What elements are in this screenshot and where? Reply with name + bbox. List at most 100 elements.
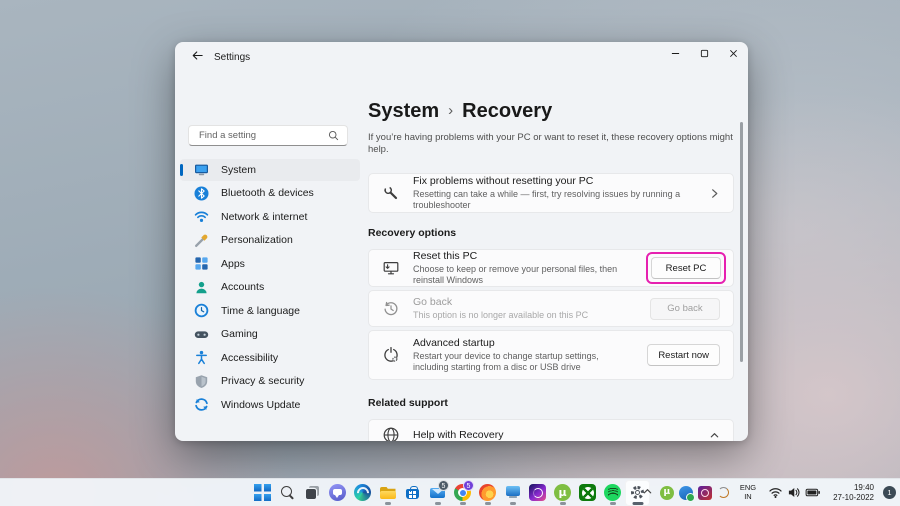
sidebar-item-apps[interactable]: Apps	[180, 253, 360, 275]
tray-defender-icon[interactable]	[679, 486, 693, 500]
window-scrollbar[interactable]	[740, 122, 744, 362]
back-button[interactable]	[185, 48, 209, 68]
advanced-startup-text: Advanced startup Restart your device to …	[413, 337, 634, 373]
desktop: Settings System Bluetooth & devices	[0, 0, 900, 506]
running-indicator	[560, 502, 566, 505]
maximize-icon	[700, 45, 709, 63]
sidebar-item-label: Accounts	[221, 281, 264, 293]
taskbar: 5 5 ENG IN 19:40 27-10-2022 1	[0, 478, 900, 506]
clipchamp-icon	[529, 484, 546, 501]
task-view-icon	[304, 484, 321, 501]
breadcrumb: System › Recovery	[368, 99, 734, 123]
taskbar-file-explorer-button[interactable]	[375, 480, 400, 506]
go-back-text: Go back This option is no longer availab…	[413, 296, 637, 321]
taskbar-start-button[interactable]	[250, 480, 275, 506]
system-icon	[194, 162, 209, 177]
sidebar-item-network-internet[interactable]: Network & internet	[180, 206, 360, 228]
advanced-startup-icon	[382, 346, 400, 364]
page-title: Recovery	[462, 99, 552, 123]
taskbar-spotify-button[interactable]	[600, 480, 625, 506]
sidebar-item-accessibility[interactable]: Accessibility	[180, 347, 360, 369]
status-icons[interactable]	[765, 486, 824, 499]
sidebar-item-windows-update[interactable]: Windows Update	[180, 394, 360, 416]
card-title: Go back	[413, 296, 637, 309]
sidebar-item-label: Privacy & security	[221, 375, 304, 387]
taskbar-edge-button[interactable]	[350, 480, 375, 506]
close-button[interactable]	[719, 42, 748, 66]
running-indicator	[385, 502, 391, 505]
bluetooth-icon	[194, 186, 209, 201]
settings-sidebar: System Bluetooth & devices Network & int…	[175, 72, 365, 441]
sidebar-item-system[interactable]: System	[180, 159, 360, 181]
time: 19:40	[854, 483, 874, 493]
search-input[interactable]	[197, 129, 328, 142]
taskbar-chat-button[interactable]	[325, 480, 350, 506]
help-with-recovery-card[interactable]: Help with Recovery	[368, 419, 734, 441]
go-back-button: Go back	[650, 298, 720, 320]
minimize-icon	[671, 45, 680, 63]
taskbar-mail-button[interactable]: 5	[425, 480, 450, 506]
reset-pc-button[interactable]: Reset PC	[651, 257, 721, 279]
card-title: Advanced startup	[413, 337, 634, 350]
running-indicator	[510, 502, 516, 505]
chevron-up-icon	[709, 430, 720, 441]
taskbar-utorrent-button[interactable]	[550, 480, 575, 506]
sidebar-item-label: Bluetooth & devices	[221, 187, 314, 199]
privacy-icon	[194, 374, 209, 389]
card-desc: Restart your device to change startup se…	[413, 351, 634, 373]
sidebar-item-bluetooth-devices[interactable]: Bluetooth & devices	[180, 182, 360, 204]
minimize-button[interactable]	[661, 42, 690, 66]
notification-badge[interactable]: 1	[883, 486, 896, 499]
card-title: Fix problems without resetting your PC	[413, 175, 696, 188]
language-indicator[interactable]: ENG IN	[736, 484, 760, 501]
sidebar-item-time-language[interactable]: Time & language	[180, 300, 360, 322]
accessibility-icon	[194, 350, 209, 365]
personalization-icon	[194, 233, 209, 248]
volume-icon	[787, 486, 801, 499]
taskbar-display-app-button[interactable]	[500, 480, 525, 506]
sidebar-nav: System Bluetooth & devices Network & int…	[180, 157, 360, 417]
card-desc: Choose to keep or remove your personal f…	[413, 264, 633, 286]
sidebar-item-personalization[interactable]: Personalization	[180, 229, 360, 251]
card-title: Reset this PC	[413, 250, 633, 263]
fix-problems-text: Fix problems without resetting your PC R…	[413, 175, 696, 211]
sidebar-item-label: Time & language	[221, 305, 300, 317]
taskbar-task-view-button[interactable]	[300, 480, 325, 506]
sidebar-item-privacy-security[interactable]: Privacy & security	[180, 370, 360, 392]
clock[interactable]: 19:40 27-10-2022	[829, 483, 878, 502]
back-arrow-icon	[191, 49, 204, 67]
taskbar-xbox-button[interactable]	[575, 480, 600, 506]
search-box[interactable]	[188, 125, 348, 146]
breadcrumb-separator: ›	[448, 99, 453, 123]
sidebar-item-accounts[interactable]: Accounts	[180, 276, 360, 298]
help-text: Help with Recovery	[413, 429, 696, 442]
chat-icon	[329, 484, 346, 501]
taskbar-store-button[interactable]	[400, 480, 425, 506]
gaming-icon	[194, 327, 209, 342]
taskbar-clipchamp-button[interactable]	[525, 480, 550, 506]
tray-chevron-button[interactable]	[640, 482, 655, 504]
taskbar-firefox-button[interactable]	[475, 480, 500, 506]
system-tray: ENG IN 19:40 27-10-2022 1	[640, 479, 896, 506]
globe-icon	[382, 426, 400, 441]
date: 27-10-2022	[833, 493, 874, 503]
fix-problems-card[interactable]: Fix problems without resetting your PC R…	[368, 173, 734, 213]
sidebar-item-label: Windows Update	[221, 399, 300, 411]
settings-window: Settings System Bluetooth & devices	[175, 42, 748, 441]
notification-count-badge: 5	[463, 480, 474, 491]
maximize-button[interactable]	[690, 42, 719, 66]
titlebar: Settings	[175, 42, 748, 72]
tray-media-app-icon[interactable]	[698, 486, 712, 500]
sidebar-item-gaming[interactable]: Gaming	[180, 323, 360, 345]
taskbar-chrome-button[interactable]: 5	[450, 480, 475, 506]
edge-icon	[354, 484, 371, 501]
card-title: Help with Recovery	[413, 429, 696, 442]
restart-now-button[interactable]: Restart now	[647, 344, 720, 366]
tray-utorrent-icon[interactable]	[660, 486, 674, 500]
tray-sync-icon[interactable]	[717, 486, 731, 500]
taskbar-search-button[interactable]	[275, 480, 300, 506]
reset-pc-text: Reset this PC Choose to keep or remove y…	[413, 250, 633, 286]
sidebar-item-label: Accessibility	[221, 352, 278, 364]
notification-count-badge: 5	[438, 480, 449, 491]
breadcrumb-system[interactable]: System	[368, 99, 439, 123]
